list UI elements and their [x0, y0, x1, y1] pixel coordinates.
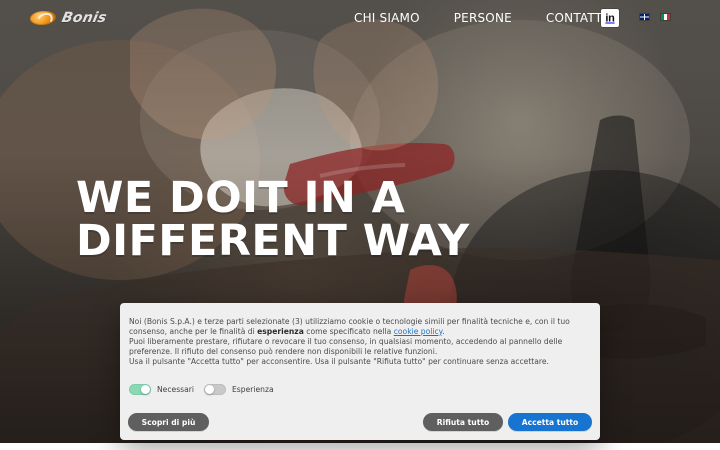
toggle-esperienza[interactable] [204, 384, 226, 395]
main-menu: CHI SIAMO PERSONE CONTATTI [354, 9, 606, 27]
language-italian-flag[interactable] [661, 14, 670, 20]
brand-logo[interactable]: Bonis [28, 9, 140, 27]
nav-persone[interactable]: PERSONE [454, 9, 512, 27]
linkedin-button[interactable]: in [601, 9, 619, 27]
toggle-necessari[interactable] [129, 384, 151, 395]
cookie-text-middle: come specificato nella [303, 326, 394, 336]
hero-headline-line-1: WE DOIT IN A [76, 173, 406, 223]
label-necessari: Necessari [157, 385, 194, 394]
pref-esperienza: Esperienza [204, 384, 274, 395]
reject-all-button[interactable]: Rifiuta tutto [423, 413, 503, 431]
cookie-paragraph-3: Usa il pulsante "Accetta tutto" per acco… [129, 356, 549, 366]
page-bottom-edge [0, 443, 720, 450]
brand-logo-text: Bonis [60, 10, 109, 26]
cookie-preferences: Necessari Esperienza [129, 384, 274, 395]
cookie-message: Noi (Bonis S.p.A.) e terze parti selezio… [129, 317, 587, 367]
hero-headline-line-2: DIFFERENT WAY [76, 216, 470, 266]
language-english-flag[interactable] [640, 14, 649, 20]
cookie-banner: Noi (Bonis S.p.A.) e terze parti selezio… [120, 303, 600, 440]
cookie-paragraph-2: Puoi liberamente prestare, rifiutare o r… [129, 336, 563, 356]
top-navigation: Bonis CHI SIAMO PERSONE CONTATTI in [0, 0, 720, 36]
brand-logo-mark [28, 11, 58, 25]
cookie-text-strong: esperienza [257, 326, 304, 336]
accept-all-button[interactable]: Accetta tutto [508, 413, 592, 431]
cookie-policy-link[interactable]: cookie policy [394, 327, 442, 336]
nav-contatti[interactable]: CONTATTI [546, 9, 606, 27]
cookie-paragraph-1: Noi (Bonis S.p.A.) e terze parti selezio… [129, 317, 587, 337]
hero-headline: WE DOIT IN A DIFFERENT WAY [76, 177, 470, 263]
learn-more-button[interactable]: Scopri di più [128, 413, 209, 431]
linkedin-icon: in [605, 12, 615, 24]
cookie-text-after: . [442, 326, 445, 336]
pref-necessari: Necessari [129, 384, 194, 395]
nav-chi-siamo[interactable]: CHI SIAMO [354, 9, 420, 27]
label-esperienza: Esperienza [232, 385, 274, 394]
page: Bonis CHI SIAMO PERSONE CONTATTI in WE D… [0, 0, 720, 450]
